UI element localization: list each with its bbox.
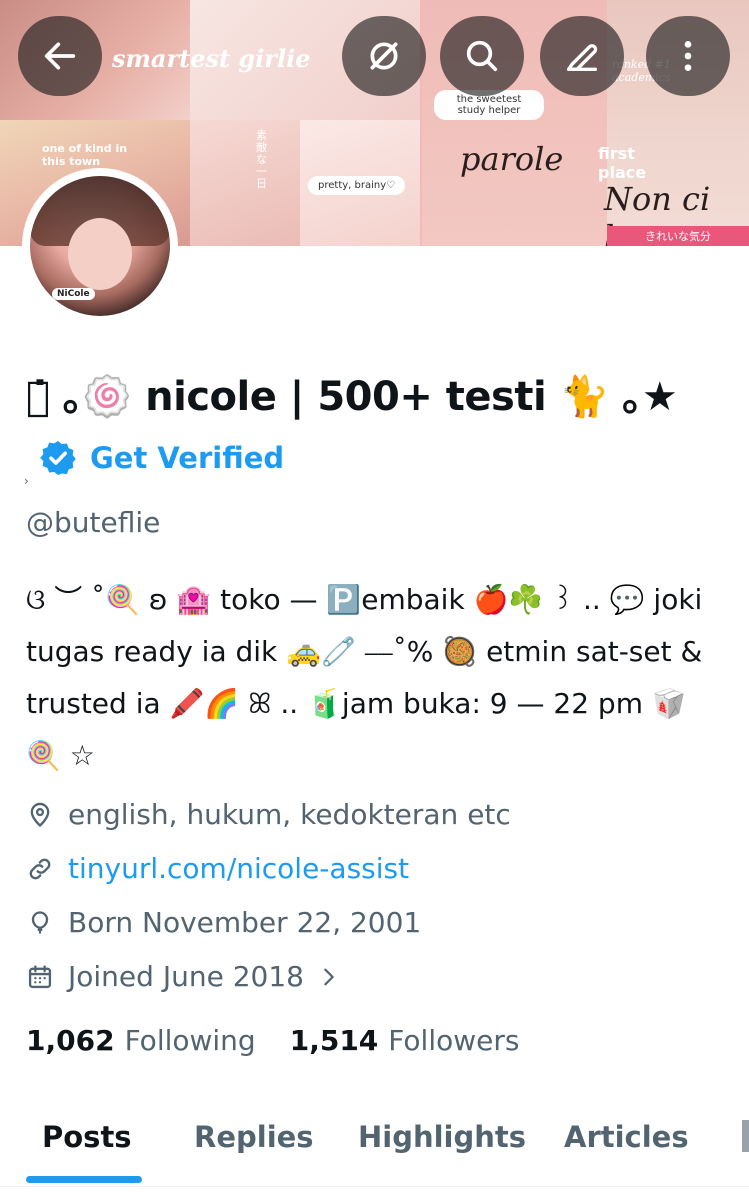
verified-badge-icon bbox=[40, 441, 76, 475]
edit-icon bbox=[567, 44, 598, 72]
active-tab-indicator bbox=[26, 1176, 142, 1183]
banner-text: parole bbox=[460, 140, 564, 178]
location-row: english, hukum, kedokteran etc bbox=[26, 798, 511, 831]
tabs-divider bbox=[0, 1186, 749, 1187]
birthday-text: Born November 22, 2001 bbox=[68, 906, 422, 939]
search-button[interactable] bbox=[440, 16, 524, 96]
avatar-face bbox=[68, 218, 132, 290]
banner-collage-tile bbox=[190, 120, 300, 246]
edit-button[interactable] bbox=[540, 16, 624, 96]
birthday-row: Born November 22, 2001 bbox=[26, 906, 421, 939]
banner-text: one of kind in this town bbox=[42, 142, 128, 168]
joined-row[interactable]: Joined June 2018 bbox=[26, 960, 354, 993]
more-vertical-icon bbox=[684, 41, 692, 71]
following-count: 1,062 bbox=[26, 1024, 115, 1057]
avatar[interactable]: NiCole bbox=[22, 168, 178, 324]
following-link[interactable]: 1,062 Following bbox=[26, 1024, 256, 1057]
calendar-icon bbox=[28, 964, 52, 988]
tab-articles[interactable]: Articles bbox=[564, 1120, 689, 1154]
decorative-mark: › bbox=[24, 474, 29, 488]
followers-label: Followers bbox=[388, 1024, 520, 1057]
link-icon bbox=[29, 858, 51, 879]
profile-bio: ଓ ︶ ˚🍭 ʚ 🏩 toko — 🅿️embaik 🍎☘️ ꒱ .. 💬 jo… bbox=[26, 583, 703, 772]
more-button[interactable] bbox=[646, 16, 730, 96]
get-verified-label: Get Verified bbox=[90, 441, 285, 475]
followers-link[interactable]: 1,514 Followers bbox=[290, 1024, 520, 1057]
followers-count: 1,514 bbox=[289, 1024, 379, 1057]
user-handle: @buteflie bbox=[26, 506, 161, 539]
following-label: Following bbox=[124, 1024, 256, 1057]
tab-replies[interactable]: Replies bbox=[194, 1120, 314, 1154]
profile-tabs: Posts Replies Highlights Articles bbox=[0, 1100, 749, 1200]
get-verified-link[interactable]: Get Verified bbox=[26, 438, 284, 478]
tab-posts[interactable]: Posts bbox=[42, 1120, 132, 1154]
location-text: english, hukum, kedokteran etc bbox=[68, 798, 511, 831]
banner-text: 素敵な一日 bbox=[256, 129, 267, 190]
avatar-tag: NiCole bbox=[52, 288, 95, 300]
back-button[interactable] bbox=[18, 16, 102, 96]
location-pin-icon bbox=[30, 802, 50, 827]
banner-text: smartest girlie bbox=[112, 44, 311, 73]
focus-mode-button[interactable] bbox=[342, 16, 426, 96]
banner-text: きれいな気分 bbox=[607, 226, 749, 246]
website-row[interactable]: tinyurl.com/nicole-assist bbox=[26, 852, 409, 885]
balloon-icon bbox=[31, 910, 49, 933]
joined-text: Joined June 2018 bbox=[68, 960, 304, 993]
display-name: ๑̇ ｡🍥 nicole | 500+ testi 🐈 ｡★ bbox=[26, 374, 678, 420]
arrow-left-icon bbox=[44, 42, 76, 70]
search-icon bbox=[466, 40, 498, 72]
tab-overflow-hint bbox=[742, 1120, 749, 1152]
banner-text: first place bbox=[598, 144, 647, 182]
tab-highlights[interactable]: Highlights bbox=[358, 1120, 526, 1154]
focus-off-icon bbox=[370, 42, 398, 70]
banner-text: pretty, brainy♡ bbox=[308, 176, 406, 195]
follow-counts: 1,062 Following 1,514 Followers bbox=[26, 1024, 553, 1057]
avatar-image: NiCole bbox=[30, 176, 170, 316]
website-link[interactable]: tinyurl.com/nicole-assist bbox=[68, 852, 409, 885]
chevron-right-icon bbox=[324, 968, 334, 985]
